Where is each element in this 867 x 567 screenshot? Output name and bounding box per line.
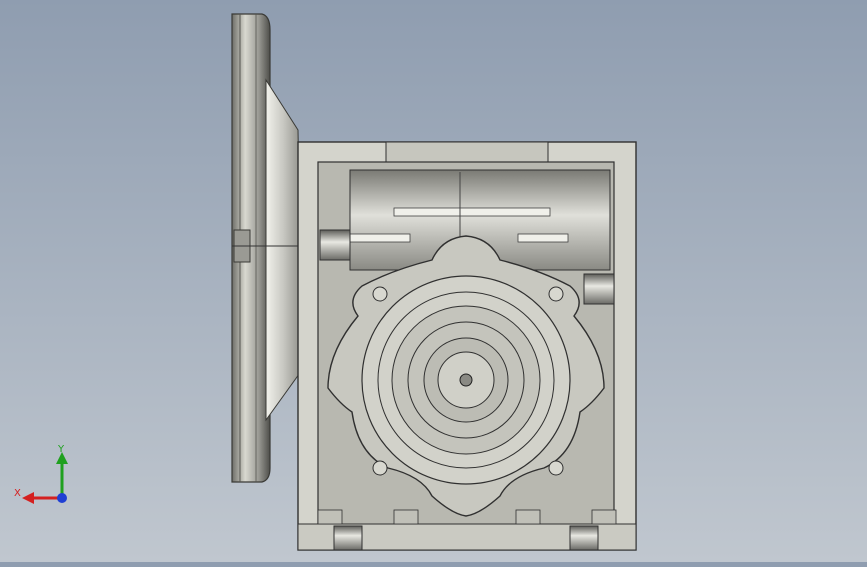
motor-flange — [231, 13, 303, 483]
orientation-triad[interactable]: Y X — [12, 440, 82, 510]
y-axis-label: Y — [57, 444, 65, 455]
gearbox-model[interactable] — [0, 0, 867, 562]
x-axis-label: X — [14, 488, 21, 499]
cad-3d-viewport[interactable]: Y X — [0, 0, 867, 562]
z-axis-dot — [57, 493, 67, 503]
y-axis-arrow — [56, 452, 68, 498]
x-axis-arrow — [22, 492, 62, 504]
